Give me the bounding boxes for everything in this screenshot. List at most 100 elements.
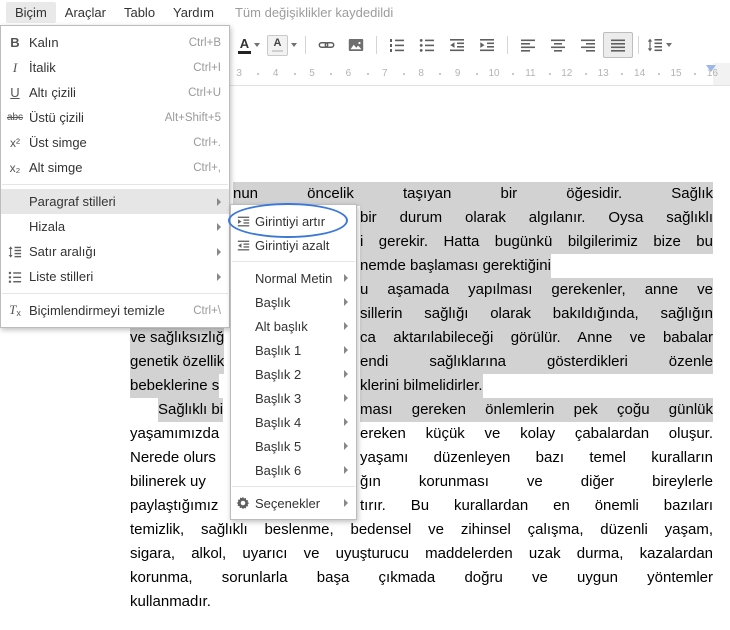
menu-item-clear-formatting[interactable]: Tx Biçimlendirmeyi temizle Ctrl+\ bbox=[1, 298, 229, 323]
ruler-tick bbox=[621, 73, 624, 75]
text-color-button[interactable]: A bbox=[234, 32, 264, 58]
insert-image-button[interactable] bbox=[341, 32, 371, 58]
ruler-tick bbox=[694, 73, 697, 75]
clear-formatting-icon: Tx bbox=[9, 302, 21, 318]
menu-item-heading-6[interactable]: Başlık 6 bbox=[231, 458, 356, 482]
menu-item-align[interactable]: Hizala bbox=[1, 214, 229, 239]
underline-icon: U bbox=[10, 85, 20, 100]
document-line-fragment: bebeklerine s bbox=[130, 374, 220, 398]
ruler-number: 4 bbox=[272, 68, 279, 79]
menu-item-options[interactable]: Seçenekler bbox=[231, 491, 356, 515]
ruler-tick bbox=[585, 73, 587, 75]
document-line: sillerin sağlığı olarak bakıldığında, sa… bbox=[360, 302, 713, 326]
highlight-color-button[interactable]: A bbox=[264, 32, 300, 58]
menu-item-heading-3[interactable]: Başlık 3 bbox=[231, 386, 356, 410]
submenu-arrow-icon bbox=[344, 322, 348, 330]
document-line: i gerekir. Hatta bugünkü bilgilerimiz bi… bbox=[360, 230, 713, 254]
superscript-icon: x² bbox=[10, 135, 20, 150]
menu-item-list-styles[interactable]: Liste stilleri bbox=[1, 264, 229, 289]
format-menu: B Kalın Ctrl+B I İtalik Ctrl+I U Altı çi… bbox=[0, 25, 230, 328]
document-line: bir durum olarak algılanır. Oysa sağlıkl… bbox=[360, 206, 713, 230]
numbered-list-button[interactable] bbox=[382, 32, 412, 58]
document-line-fragment: Nerede olurs bbox=[130, 449, 216, 466]
document-line-fragment: bilinerek uy bbox=[130, 473, 206, 490]
link-icon bbox=[318, 37, 335, 53]
menu-item-heading-2[interactable]: Başlık 2 bbox=[231, 362, 356, 386]
document-line: ğın korunması ve diğer bireylerle bbox=[360, 473, 713, 490]
ruler-tick bbox=[403, 73, 405, 75]
ruler-tick bbox=[330, 73, 333, 75]
line-spacing-button[interactable] bbox=[644, 32, 675, 58]
menu-item-superscript[interactable]: x² Üst simge Ctrl+. bbox=[1, 130, 229, 155]
right-indent-marker[interactable] bbox=[706, 65, 716, 72]
menu-item-subscript[interactable]: x₂ Alt simge Ctrl+, bbox=[1, 155, 229, 180]
submenu-arrow-icon bbox=[344, 466, 348, 474]
align-left-icon bbox=[520, 37, 536, 53]
align-center-button[interactable] bbox=[543, 32, 573, 58]
align-left-button[interactable] bbox=[513, 32, 543, 58]
line-spacing-icon bbox=[1, 245, 29, 259]
chevron-down-icon bbox=[666, 43, 672, 47]
document-line: temizlik, sağlıklı beslenme, bedensel ve… bbox=[130, 521, 713, 538]
highlight-color-icon: A bbox=[267, 34, 288, 56]
menu-item-strikethrough[interactable]: abc Üstü çizili Alt+Shift+5 bbox=[1, 105, 229, 130]
align-right-button[interactable] bbox=[573, 32, 603, 58]
menu-item-italic[interactable]: I İtalik Ctrl+I bbox=[1, 55, 229, 80]
document-line: nemde başlaması gerektiğini bbox=[360, 254, 551, 278]
submenu-arrow-icon bbox=[217, 197, 221, 206]
ruler-number: 10 bbox=[488, 68, 500, 79]
ruler-number: 15 bbox=[670, 68, 682, 79]
indent-increase-icon bbox=[231, 215, 255, 228]
ruler-number: 12 bbox=[561, 68, 573, 79]
menubar-item-table[interactable]: Tablo bbox=[115, 2, 164, 23]
align-center-icon bbox=[550, 37, 566, 53]
document-line: endi sağlıklarına gösterdikleri özenle bbox=[360, 350, 713, 374]
document-line-fragment: paylaştığımız bbox=[130, 497, 219, 514]
menu-item-heading-1[interactable]: Başlık 1 bbox=[231, 338, 356, 362]
menu-item-title[interactable]: Başlık bbox=[231, 290, 356, 314]
increase-indent-button[interactable] bbox=[472, 32, 502, 58]
ruler-number: 14 bbox=[634, 68, 646, 79]
document-line: ereken küçük ve kolay çabalardan oluşur. bbox=[360, 425, 713, 442]
save-status: Tüm değişiklikler kaydedildi bbox=[234, 5, 394, 20]
submenu-arrow-icon bbox=[217, 222, 221, 231]
menu-item-increase-indent[interactable]: Girintiyi artır bbox=[231, 209, 356, 233]
document-line: klerini bilmelidirler. bbox=[360, 374, 483, 398]
menu-item-normal-text[interactable]: Normal Metin bbox=[231, 266, 356, 290]
submenu-arrow-icon bbox=[344, 499, 348, 507]
menu-item-subtitle[interactable]: Alt başlık bbox=[231, 314, 356, 338]
bulleted-list-button[interactable] bbox=[412, 32, 442, 58]
menu-item-line-spacing[interactable]: Satır aralığı bbox=[1, 239, 229, 264]
menubar-item-tools[interactable]: Araçlar bbox=[56, 2, 115, 23]
menu-item-decrease-indent[interactable]: Girintiyi azalt bbox=[231, 233, 356, 257]
menu-item-heading-4[interactable]: Başlık 4 bbox=[231, 410, 356, 434]
ruler-tick bbox=[439, 73, 442, 75]
decrease-indent-button[interactable] bbox=[442, 32, 472, 58]
document-line-fragment: Sağlıklı bi bbox=[158, 398, 224, 422]
menu-separator bbox=[232, 486, 355, 487]
ruler-number: 11 bbox=[525, 68, 536, 79]
menu-separator bbox=[2, 293, 228, 294]
ruler-number: 8 bbox=[418, 68, 424, 79]
ruler-tick bbox=[257, 73, 260, 75]
menubar-item-format[interactable]: Biçim bbox=[6, 2, 56, 23]
ruler-tick bbox=[512, 73, 515, 75]
menu-item-underline[interactable]: U Altı çizili Ctrl+U bbox=[1, 80, 229, 105]
document-line-fragment: genetik özellik bbox=[130, 350, 225, 374]
menubar-item-help[interactable]: Yardım bbox=[164, 2, 223, 23]
toolbar-separator bbox=[305, 36, 306, 54]
strikethrough-icon: abc bbox=[6, 111, 24, 123]
document-line: ması gereken önlemlerin pek çoğu günlük bbox=[360, 398, 713, 422]
align-justify-button[interactable] bbox=[603, 32, 633, 58]
ruler-number: 7 bbox=[382, 68, 388, 79]
document-line: u aşamada yapılması gerekenler, anne ve bbox=[360, 278, 713, 302]
menu-item-bold[interactable]: B Kalın Ctrl+B bbox=[1, 30, 229, 55]
insert-link-button[interactable] bbox=[311, 32, 341, 58]
ruler-number: 6 bbox=[345, 68, 352, 79]
menu-item-heading-5[interactable]: Başlık 5 bbox=[231, 434, 356, 458]
menu-item-paragraph-styles[interactable]: Paragraf stilleri bbox=[1, 189, 229, 214]
submenu-arrow-icon bbox=[344, 274, 348, 282]
document-line-fragment: yaşamımızda bbox=[130, 425, 220, 442]
ruler-tick bbox=[548, 73, 551, 75]
list-styles-icon bbox=[1, 270, 29, 284]
